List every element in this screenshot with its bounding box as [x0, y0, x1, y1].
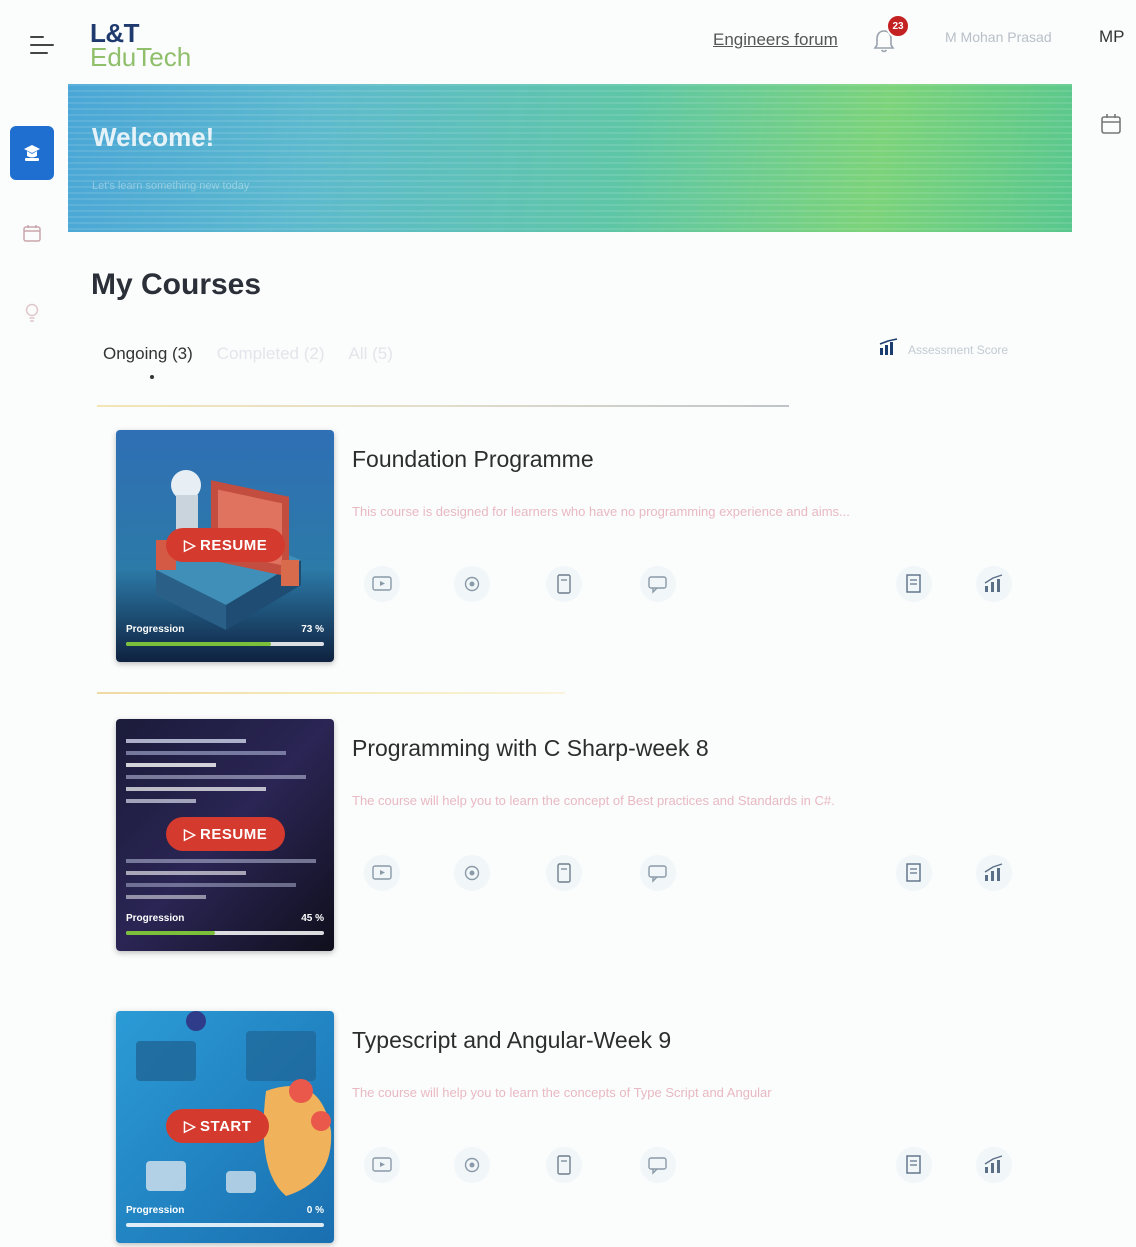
tab-completed[interactable]: Completed (2)	[217, 344, 325, 364]
progress-label: Progression	[126, 1205, 185, 1216]
engineers-forum-link[interactable]: Engineers forum	[713, 30, 838, 50]
lightbulb-icon[interactable]	[23, 302, 41, 329]
calendar-icon[interactable]	[1100, 112, 1122, 141]
tab-all[interactable]: All (5)	[349, 344, 393, 364]
notes-icon[interactable]	[896, 566, 932, 602]
resume-button[interactable]: ▷ RESUME	[166, 817, 286, 851]
video-icon[interactable]	[364, 566, 400, 602]
video-icon[interactable]	[364, 855, 400, 891]
document-icon[interactable]	[546, 855, 582, 891]
assessment-score-label: Assessment Score	[908, 342, 1009, 357]
course-card: ▷ START Progression 0 % Typescript and A…	[116, 1011, 1076, 1243]
course-title[interactable]: Programming with C Sharp-week 8	[352, 735, 709, 762]
progress-percent: 73 %	[301, 624, 324, 635]
play-icon: ▷	[184, 826, 197, 843]
bar-chart-icon	[878, 338, 902, 361]
course-card: ▷ RESUME Progression 45 % Programming wi…	[116, 719, 1076, 951]
assessment-score-button[interactable]: Assessment Score	[878, 338, 1008, 361]
banner-title: Welcome!	[92, 122, 215, 152]
chat-icon[interactable]	[640, 1147, 676, 1183]
notification-badge: 23	[886, 14, 910, 38]
progress-bar-fill	[126, 642, 271, 646]
logo: L&T EduTech	[90, 20, 191, 70]
chat-icon[interactable]	[640, 855, 676, 891]
play-icon: ▷	[184, 537, 197, 554]
progress-bar	[126, 931, 324, 935]
resume-button[interactable]: ▷ RESUME	[166, 528, 286, 562]
welcome-banner: Welcome! Let's learn something new today	[68, 84, 1072, 232]
progress-percent: 0 %	[306, 1205, 324, 1216]
course-description: This course is designed for learners who…	[352, 504, 850, 519]
course-actions	[364, 566, 1044, 606]
settings-icon[interactable]	[454, 855, 490, 891]
settings-icon[interactable]	[454, 1147, 490, 1183]
resume-button-label: RESUME	[200, 536, 268, 554]
user-avatar[interactable]: MP	[1099, 27, 1125, 47]
document-icon[interactable]	[546, 566, 582, 602]
progress-bar	[126, 642, 324, 646]
course-actions	[364, 1147, 1044, 1187]
settings-icon[interactable]	[454, 566, 490, 602]
analytics-icon[interactable]	[976, 566, 1012, 602]
notes-icon[interactable]	[896, 1147, 932, 1183]
course-title[interactable]: Typescript and Angular-Week 9	[352, 1027, 671, 1054]
course-divider	[97, 692, 565, 694]
user-name[interactable]: M Mohan Prasad	[945, 29, 1052, 45]
course-thumbnail[interactable]: ▷ RESUME Progression 73 %	[116, 430, 334, 662]
logo-bottom-text: EduTech	[90, 42, 192, 72]
analytics-icon[interactable]	[976, 855, 1012, 891]
course-tabs: Ongoing (3) Completed (2) All (5)	[103, 344, 393, 364]
analytics-icon[interactable]	[976, 1147, 1012, 1183]
start-button-label: START	[200, 1117, 252, 1135]
course-description: The course will help you to learn the co…	[352, 1085, 772, 1100]
course-thumbnail[interactable]: ▷ RESUME Progression 45 %	[116, 719, 334, 951]
chat-icon[interactable]	[640, 566, 676, 602]
courses-icon[interactable]	[10, 126, 54, 180]
banner-subtitle: Let's learn something new today	[92, 180, 250, 192]
tabs-divider	[97, 405, 789, 407]
calendar-icon[interactable]	[21, 222, 43, 249]
resume-button-label: RESUME	[200, 825, 268, 843]
progress-label: Progression	[126, 913, 185, 924]
course-actions	[364, 855, 1044, 895]
video-icon[interactable]	[364, 1147, 400, 1183]
progress-label: Progression	[126, 624, 185, 635]
course-title[interactable]: Foundation Programme	[352, 446, 594, 473]
progress-bar-fill	[126, 931, 216, 935]
tab-ongoing[interactable]: Ongoing (3)	[103, 344, 193, 364]
active-tab-indicator	[150, 375, 154, 379]
page-title: My Courses	[91, 268, 262, 301]
course-description: The course will help you to learn the co…	[352, 793, 835, 808]
progress-bar	[126, 1223, 324, 1227]
start-button[interactable]: ▷ START	[166, 1109, 270, 1143]
course-card: ▷ RESUME Progression 73 % Foundation Pro…	[116, 430, 1076, 662]
document-icon[interactable]	[546, 1147, 582, 1183]
notes-icon[interactable]	[896, 855, 932, 891]
course-thumbnail[interactable]: ▷ START Progression 0 %	[116, 1011, 334, 1243]
progress-percent: 45 %	[301, 913, 324, 924]
play-icon: ▷	[184, 1118, 197, 1135]
hamburger-menu-icon[interactable]	[30, 36, 56, 58]
